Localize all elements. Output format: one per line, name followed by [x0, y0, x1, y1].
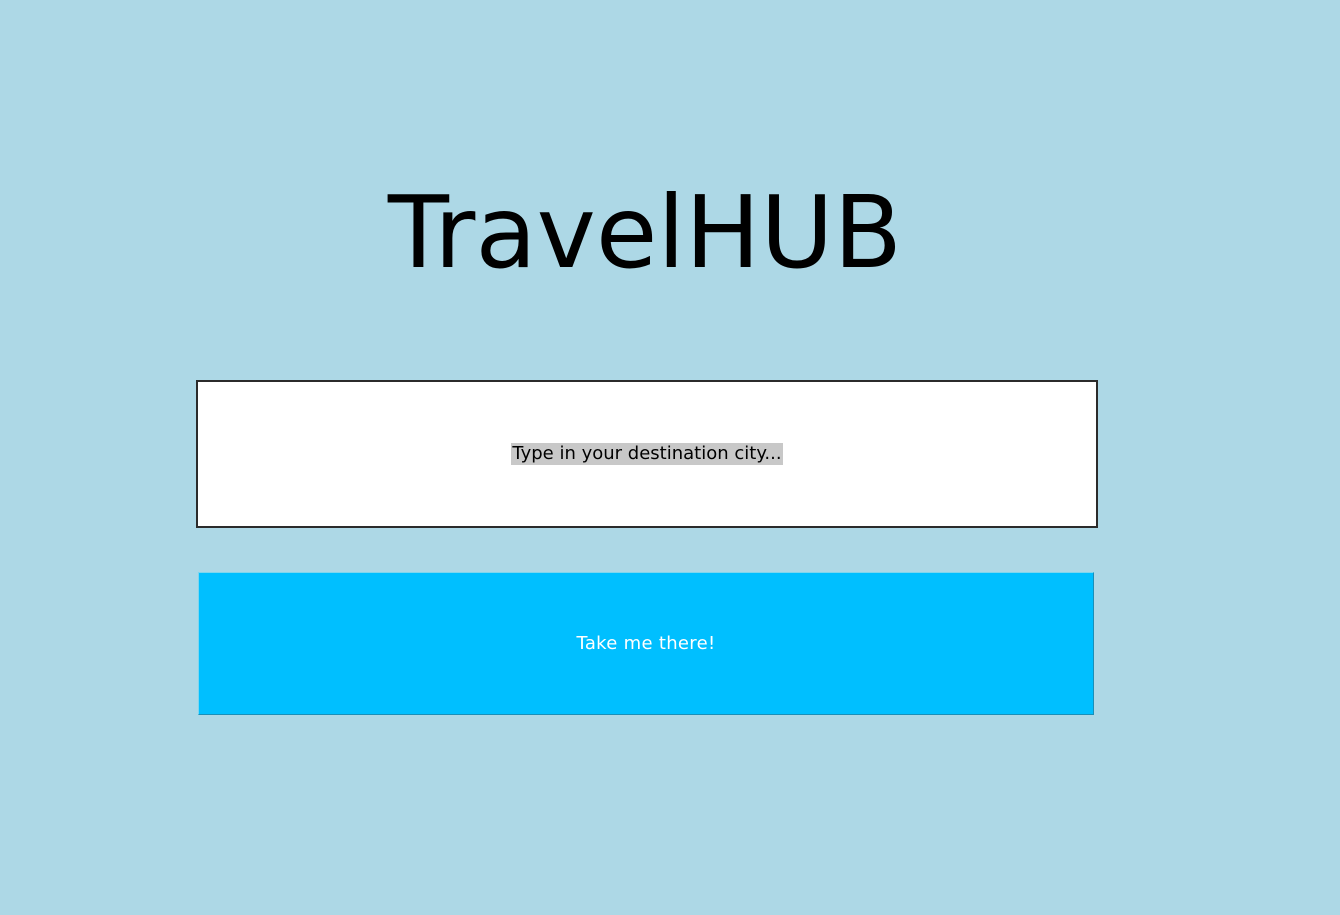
app-title: TravelHUB: [387, 174, 903, 291]
destination-input[interactable]: Type in your destination city...: [196, 380, 1098, 528]
destination-input-placeholder: Type in your destination city...: [511, 443, 783, 465]
take-me-there-button-label: Take me there!: [576, 632, 716, 654]
take-me-there-button[interactable]: Take me there!: [198, 572, 1094, 715]
